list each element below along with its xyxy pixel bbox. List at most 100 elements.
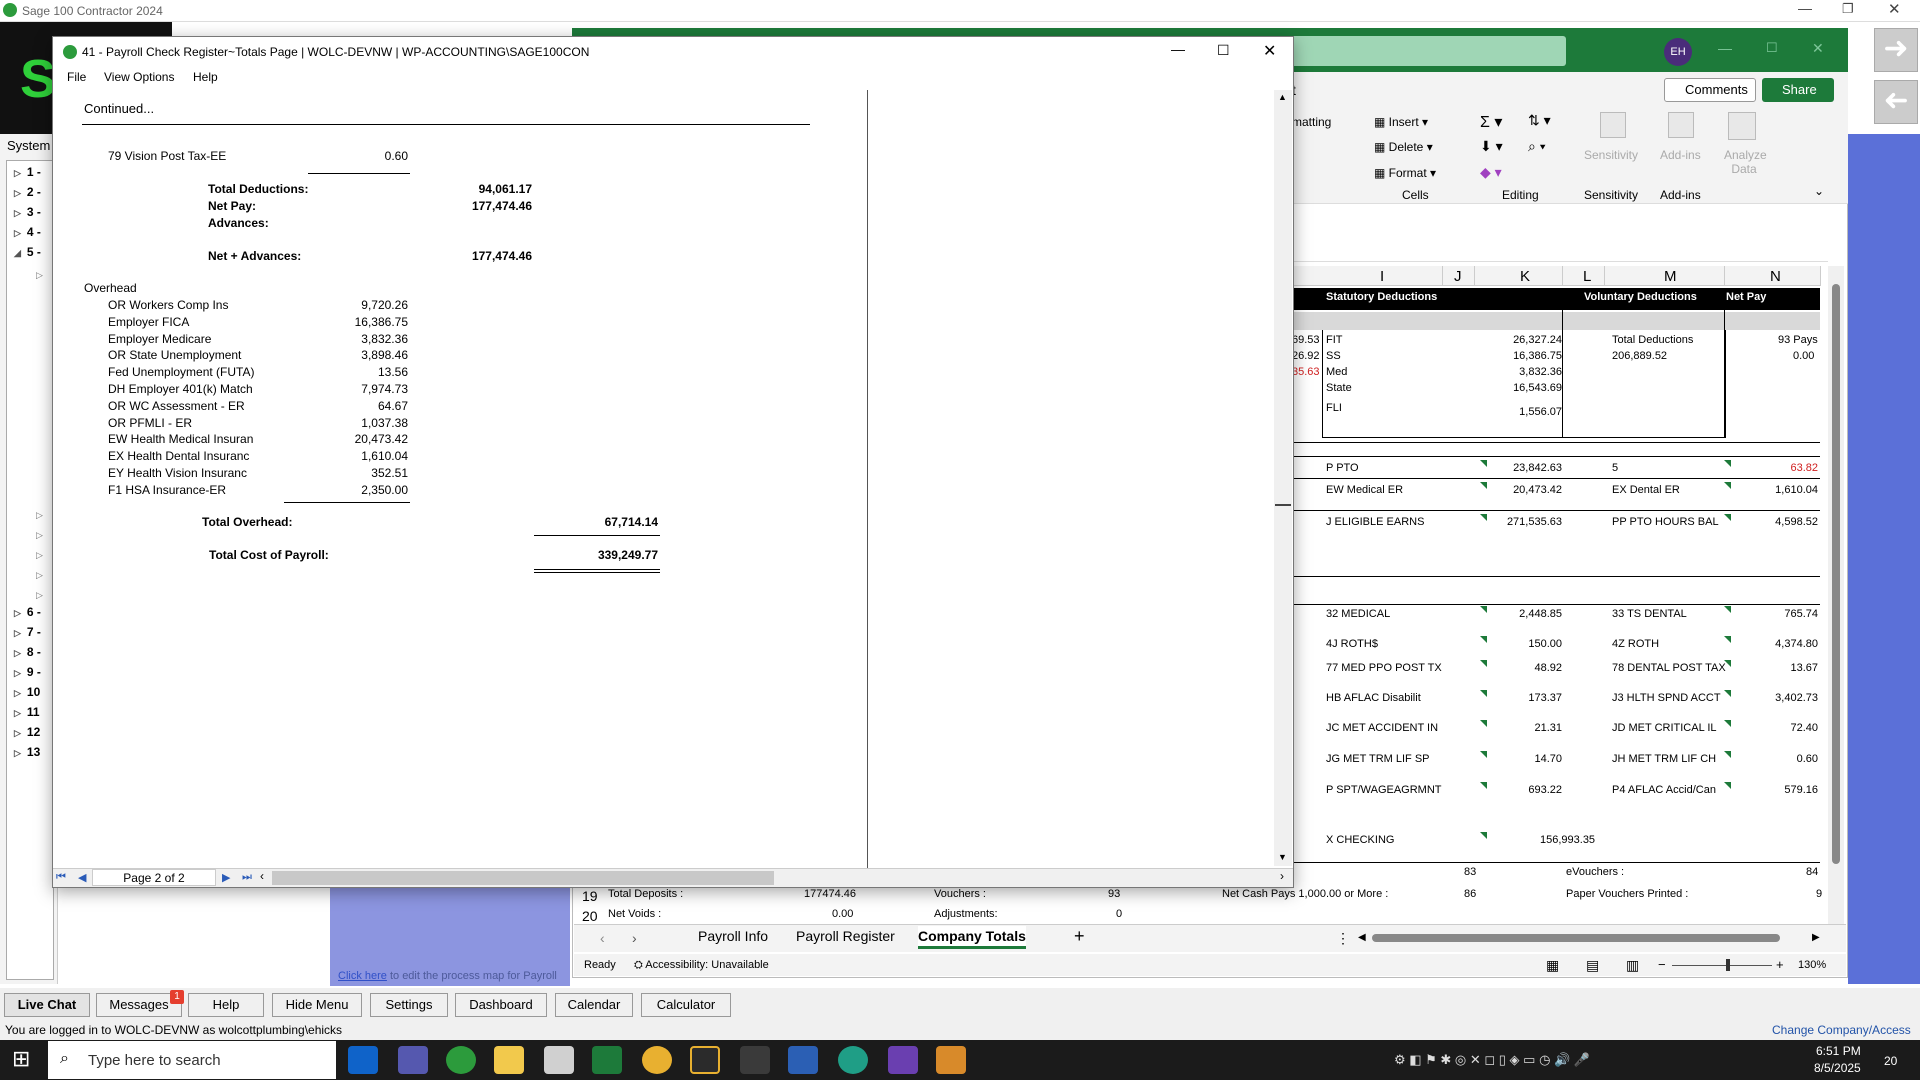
sheet-tab[interactable]: Payroll Info — [698, 926, 768, 946]
forward-arrow-icon[interactable]: ➜ — [1874, 28, 1918, 72]
sheet-tab[interactable]: Company Totals — [918, 926, 1026, 949]
remote-desktop-icon[interactable] — [544, 1046, 574, 1074]
page-break-view-icon[interactable]: ▥ — [1626, 957, 1639, 974]
sidebar-item[interactable]: ▷ 13 — [14, 745, 40, 759]
hscroll-left-arrow-icon[interactable]: ‹ — [260, 869, 264, 883]
sensitivity-button[interactable]: Sensitivity — [1584, 148, 1638, 162]
expand-arrow-icon[interactable]: ▷ — [14, 688, 21, 698]
excel-restore[interactable]: ☐ — [1766, 40, 1778, 56]
tab-options-icon[interactable]: ⋮ — [1336, 930, 1350, 947]
excel-taskbar-icon[interactable] — [592, 1046, 622, 1074]
dialog-horizontal-scroll-thumb[interactable] — [272, 871, 774, 885]
expand-arrow-icon[interactable]: ▷ — [14, 648, 21, 658]
dialog-menu-file[interactable]: File — [67, 70, 86, 84]
expand-arrow-icon[interactable]: ▷ — [14, 728, 21, 738]
expand-arrow-icon[interactable]: ▷ — [14, 668, 21, 678]
help-button[interactable]: Help — [188, 993, 264, 1017]
formula-bar[interactable] — [1288, 210, 1828, 262]
tab-scroll-left-icon[interactable]: ‹ — [600, 930, 605, 946]
dialog-maximize[interactable]: ☐ — [1217, 42, 1230, 59]
delete-button[interactable]: ▦ Delete ▾ — [1374, 140, 1433, 154]
hscroll-right-arrow-icon[interactable]: › — [1280, 869, 1284, 883]
sidebar-item[interactable]: ▷ 11 — [14, 705, 40, 719]
sidebar-item[interactable]: ◢ 5 - — [14, 245, 41, 259]
page-layout-view-icon[interactable]: ▤ — [1586, 957, 1599, 974]
chrome-icon[interactable] — [642, 1046, 672, 1074]
live-chat-button[interactable]: Live Chat — [4, 993, 90, 1017]
sort-filter-icon[interactable]: ⇅ ▾ — [1528, 112, 1551, 129]
sidebar-item[interactable]: ▷ 8 - — [14, 645, 41, 659]
app-icon-chart[interactable] — [936, 1046, 966, 1074]
taskbar-search[interactable]: ⌕ Type here to search — [48, 1041, 336, 1079]
acrobat-icon[interactable] — [740, 1046, 770, 1074]
tree-child-marker-icon[interactable]: ▷ — [36, 530, 43, 541]
column-header-n[interactable]: N — [1770, 268, 1781, 285]
ribbon-collapse-icon[interactable]: ⌄ — [1814, 184, 1824, 198]
dashboard-button[interactable]: Dashboard — [455, 993, 547, 1017]
sidebar-item[interactable]: ▷ 3 - — [14, 205, 41, 219]
excel-close[interactable]: ✕ — [1812, 40, 1824, 57]
dialog-menu-view-options[interactable]: View Options — [104, 70, 174, 84]
zoom-slider-thumb[interactable] — [1726, 959, 1730, 971]
tree-child-marker-icon[interactable]: ▷ — [36, 550, 43, 561]
app-icon-generic[interactable] — [690, 1046, 720, 1074]
tree-child-marker-icon[interactable]: ▷ — [36, 510, 43, 521]
expand-arrow-icon[interactable]: ▷ — [14, 208, 21, 218]
scroll-down-icon[interactable]: ▼ — [1278, 852, 1287, 862]
last-page-icon[interactable]: ⏭ — [242, 871, 252, 884]
zoom-slider[interactable] — [1672, 959, 1772, 971]
excel-search-box[interactable]: ch — [1260, 36, 1566, 66]
first-page-icon[interactable]: ⏮ — [56, 871, 66, 884]
close-button[interactable]: ✕ — [1888, 0, 1901, 18]
column-header-i[interactable]: I — [1380, 268, 1384, 285]
tray-icons[interactable]: ⚙ ◧ ⚑ ✱ ◎ ✕ ◻ ▯ ◈ ▭ ◷ 🔊 🎤 — [1394, 1052, 1590, 1068]
column-header-m[interactable]: M — [1664, 268, 1677, 285]
hide-menu-button[interactable]: Hide Menu — [272, 993, 362, 1017]
hscroll-right-icon[interactable]: ▶ — [1812, 932, 1820, 943]
file-explorer-icon[interactable] — [494, 1046, 524, 1074]
tree-child-marker-icon[interactable]: ▷ — [36, 270, 43, 281]
settings-button[interactable]: Settings — [370, 993, 448, 1017]
sidebar-item[interactable]: ▷ 1 - — [14, 165, 41, 179]
sidebar-item[interactable]: ▷ 12 — [14, 725, 40, 739]
expand-arrow-icon[interactable]: ▷ — [14, 748, 21, 758]
change-company-link[interactable]: Change Company/Access — [1772, 1023, 1911, 1037]
normal-view-icon[interactable]: ▦ — [1546, 957, 1559, 974]
expand-arrow-icon[interactable]: ▷ — [14, 628, 21, 638]
sidebar-item[interactable]: ▷ 9 - — [14, 665, 41, 679]
addins-button[interactable]: Add-ins — [1660, 148, 1701, 162]
sage-taskbar-icon[interactable] — [446, 1046, 476, 1074]
find-select-icon[interactable]: ⌕ ▾ — [1528, 138, 1546, 155]
zoom-out-icon[interactable]: − — [1658, 957, 1666, 972]
analyze-data-button[interactable]: Analyze Data — [1724, 148, 1767, 176]
outlook-icon[interactable] — [348, 1046, 378, 1074]
calendar-button[interactable]: Calendar — [555, 993, 633, 1017]
excel-minimize[interactable]: — — [1718, 40, 1732, 56]
expand-arrow-icon[interactable]: ▷ — [14, 228, 21, 238]
autosum-icon[interactable]: Σ ▾ — [1480, 112, 1502, 132]
expand-arrow-icon[interactable]: ▷ — [14, 608, 21, 618]
excel-vertical-scrollbar[interactable] — [1828, 266, 1844, 926]
excel-scroll-thumb[interactable] — [1832, 284, 1840, 864]
share-button[interactable]: Share — [1762, 78, 1834, 102]
clear-icon[interactable]: ◆ ▾ — [1480, 164, 1502, 181]
scroll-up-icon[interactable]: ▲ — [1278, 92, 1287, 102]
column-header-j[interactable]: J — [1454, 268, 1462, 285]
expand-arrow-icon[interactable]: ▷ — [14, 188, 21, 198]
tab-scroll-right-icon[interactable]: › — [632, 930, 637, 946]
expand-arrow-icon[interactable]: ▷ — [14, 708, 21, 718]
dialog-close[interactable]: ✕ — [1263, 41, 1276, 61]
zoom-in-icon[interactable]: + — [1776, 957, 1784, 972]
formatting-dropdown[interactable]: matting — [1292, 115, 1331, 129]
calculator-button[interactable]: Calculator — [641, 993, 731, 1017]
word-icon[interactable] — [788, 1046, 818, 1074]
user-avatar[interactable]: EH — [1664, 38, 1692, 66]
dialog-menu-help[interactable]: Help — [193, 70, 218, 84]
page-indicator[interactable]: Page 2 of 2 — [92, 869, 216, 886]
sidebar-item[interactable]: ▷ 2 - — [14, 185, 41, 199]
comments-button[interactable]: Comments — [1664, 78, 1756, 102]
sidebar-item[interactable]: ▷ 7 - — [14, 625, 41, 639]
sheet-tab[interactable]: Payroll Register — [796, 926, 895, 946]
chatgpt-icon[interactable] — [838, 1046, 868, 1074]
prev-page-icon[interactable]: ◀ — [78, 871, 86, 884]
